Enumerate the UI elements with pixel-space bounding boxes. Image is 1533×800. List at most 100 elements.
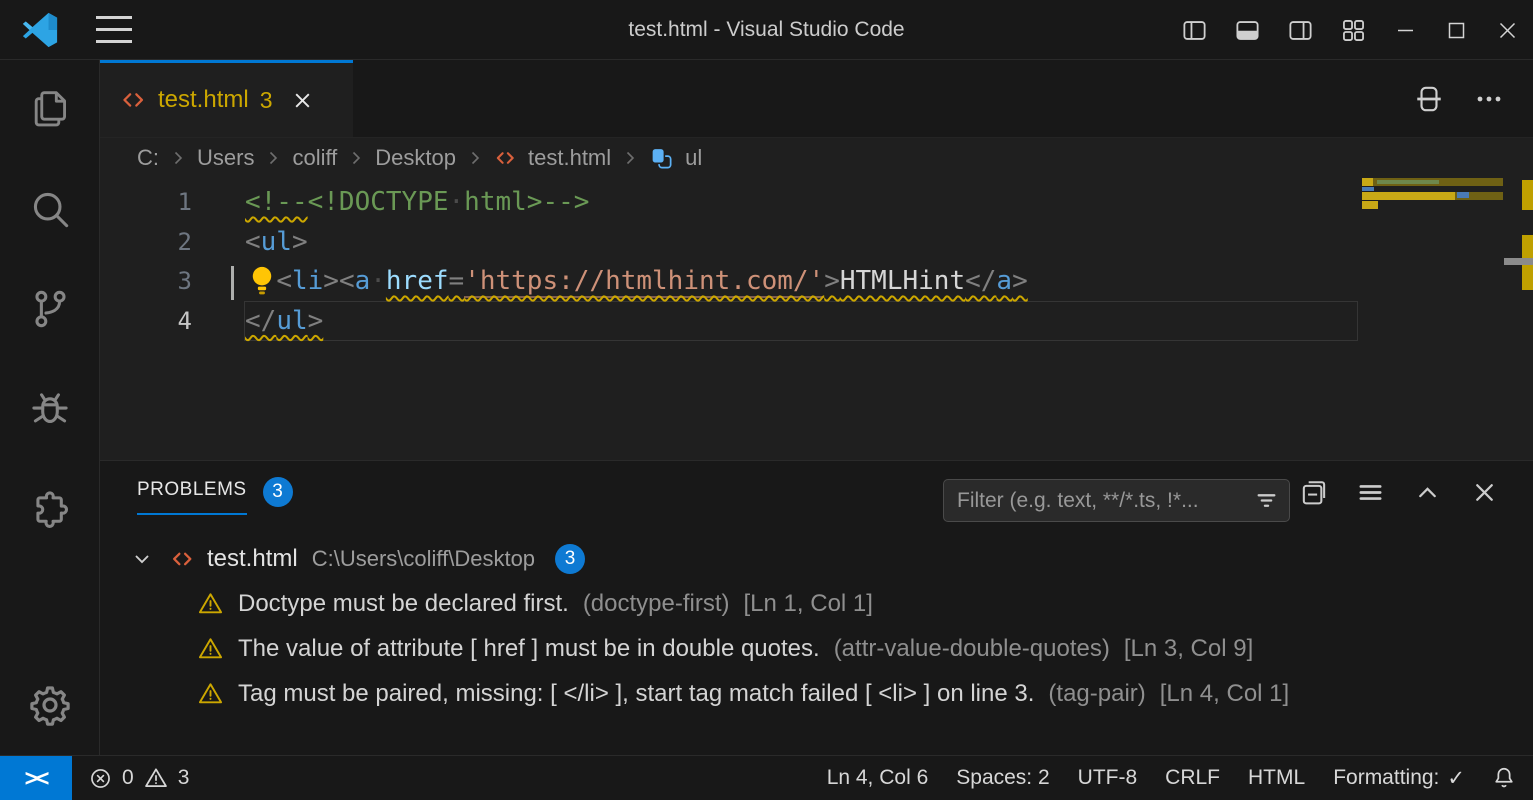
problem-location: [Ln 1, Col 1]: [744, 590, 873, 618]
problem-code: (attr-value-double-quotes): [834, 635, 1110, 663]
warning-icon: [197, 590, 224, 617]
warning-count: 3: [178, 766, 190, 790]
warning-icon: [197, 680, 224, 707]
tab-close-icon[interactable]: [292, 90, 313, 111]
minimize-button[interactable]: [1380, 0, 1431, 60]
status-language[interactable]: HTML: [1234, 756, 1319, 800]
problem-message: Tag must be paired, missing: [ </li> ], …: [238, 680, 1034, 708]
error-count: 0: [122, 766, 134, 790]
problem-item[interactable]: Tag must be paired, missing: [ </li> ], …: [100, 671, 1533, 716]
breadcrumb-drive[interactable]: C:: [137, 145, 159, 171]
tab-bar: test.html 3: [100, 60, 1533, 138]
status-bar: >< 0 3 Ln 4, Col 6 Spaces: 2 UTF-8 CRLF …: [0, 755, 1533, 800]
line-number: 4: [100, 302, 192, 342]
code-line[interactable]: 1<!--<!DOCTYPE·html>-->: [100, 183, 1533, 223]
notifications-bell-icon[interactable]: [1479, 756, 1533, 800]
search-icon[interactable]: [27, 186, 73, 232]
breadcrumb: C: Users coliff Desktop test.html: [100, 138, 1533, 178]
chevron-right-icon: [170, 150, 186, 166]
settings-gear-icon[interactable]: [26, 681, 74, 729]
editor-group: test.html 3: [100, 60, 1533, 460]
warning-icon: [197, 635, 224, 662]
filter-input[interactable]: [944, 489, 1254, 513]
symbol-element-icon: [649, 146, 674, 171]
problem-item[interactable]: The value of attribute [ href ] must be …: [100, 626, 1533, 671]
html-file-icon: [120, 87, 147, 114]
tab-label: test.html: [158, 86, 249, 114]
breadcrumb-users[interactable]: Users: [197, 145, 254, 171]
vscode-logo-icon: [21, 11, 59, 49]
file-problems-badge: 3: [555, 544, 585, 574]
status-indentation[interactable]: Spaces: 2: [942, 756, 1063, 800]
formatting-label: Formatting:: [1333, 766, 1439, 790]
code-line[interactable]: 4</ul>: [100, 302, 1533, 342]
close-window-button[interactable]: [1482, 0, 1533, 60]
tab-test-html[interactable]: test.html 3: [100, 60, 353, 137]
problem-location: [Ln 3, Col 9]: [1124, 635, 1253, 663]
problem-message: Doctype must be declared first.: [238, 590, 569, 618]
remote-indicator[interactable]: ><: [0, 756, 72, 800]
code-editor[interactable]: 1<!--<!DOCTYPE·html>-->2<ul>3 <li><a·hre…: [100, 178, 1533, 460]
html-file-icon: [494, 147, 517, 170]
problems-file-path: C:\Users\coliff\Desktop: [312, 546, 535, 572]
problem-code: (doctype-first): [583, 590, 730, 618]
status-problems[interactable]: 0 3: [72, 756, 205, 800]
breadcrumb-desktop[interactable]: Desktop: [375, 145, 456, 171]
toggle-panel-icon[interactable]: [1221, 17, 1274, 44]
breadcrumb-file[interactable]: test.html: [528, 145, 611, 171]
vscode-window: test.html - Visual Studio Code: [0, 0, 1533, 800]
breadcrumb-coliff[interactable]: coliff: [292, 145, 337, 171]
toggle-secondary-sidebar-icon[interactable]: [1274, 17, 1327, 44]
status-line-col[interactable]: Ln 4, Col 6: [813, 756, 943, 800]
line-number: 3: [100, 262, 192, 302]
chevron-down-icon[interactable]: [130, 547, 154, 571]
problems-list: test.html C:\Users\coliff\Desktop 3 Doct…: [100, 523, 1533, 755]
more-actions-icon[interactable]: [1475, 85, 1503, 113]
code-lines: 1<!--<!DOCTYPE·html>-->2<ul>3 <li><a·hre…: [100, 178, 1533, 341]
html-file-icon: [170, 547, 195, 572]
run-debug-icon[interactable]: [27, 386, 73, 432]
maximize-button[interactable]: [1431, 0, 1482, 60]
status-encoding[interactable]: UTF-8: [1064, 756, 1152, 800]
customize-layout-icon[interactable]: [1327, 17, 1380, 44]
source-control-icon[interactable]: [27, 286, 73, 332]
lightbulb-icon[interactable]: [247, 264, 277, 298]
warning-icon: [143, 765, 169, 791]
problems-file-row[interactable]: test.html C:\Users\coliff\Desktop 3: [100, 537, 1533, 581]
chevron-right-icon: [622, 150, 638, 166]
menu-icon[interactable]: [96, 16, 132, 43]
problems-file-name: test.html: [207, 545, 298, 573]
titlebar: test.html - Visual Studio Code: [0, 0, 1533, 60]
status-formatting[interactable]: Formatting: ✓: [1319, 756, 1479, 800]
problems-filter: [943, 479, 1290, 522]
view-as-table-icon[interactable]: [1356, 478, 1385, 507]
line-content: <li><a·href='https://htmlhint.com/'>HTML…: [192, 262, 1028, 302]
code-line[interactable]: 3 <li><a·href='https://htmlhint.com/'>HT…: [100, 262, 1533, 302]
overview-ruler-cursor: [1504, 258, 1533, 265]
collapse-all-icon[interactable]: [1299, 478, 1328, 507]
check-icon: ✓: [1447, 766, 1465, 791]
panel-header: PROBLEMS 3: [100, 461, 1533, 523]
code-line[interactable]: 2<ul>: [100, 223, 1533, 263]
error-icon: [88, 766, 113, 791]
breadcrumb-symbol[interactable]: ul: [685, 145, 702, 171]
explorer-icon[interactable]: [27, 86, 73, 132]
line-content: <!--<!DOCTYPE·html>-->: [192, 183, 589, 223]
extensions-icon[interactable]: [27, 486, 73, 532]
maximize-panel-icon[interactable]: [1413, 478, 1442, 507]
chevron-right-icon: [348, 150, 364, 166]
filter-icon[interactable]: [1254, 488, 1289, 513]
tab-problem-badge: 3: [260, 87, 273, 114]
text-cursor: [231, 266, 234, 300]
close-panel-icon[interactable]: [1470, 478, 1499, 507]
problems-tab-label: PROBLEMS: [137, 479, 247, 515]
line-content: <ul>: [192, 223, 308, 263]
status-eol[interactable]: CRLF: [1151, 756, 1234, 800]
toggle-primary-sidebar-icon[interactable]: [1168, 17, 1221, 44]
split-editor-icon[interactable]: [1413, 83, 1445, 115]
tab-problems[interactable]: PROBLEMS 3: [137, 469, 293, 515]
activity-bar: [0, 60, 100, 755]
problem-item[interactable]: Doctype must be declared first. (doctype…: [100, 581, 1533, 626]
chevron-right-icon: [467, 150, 483, 166]
line-content: </ul>: [192, 302, 323, 342]
